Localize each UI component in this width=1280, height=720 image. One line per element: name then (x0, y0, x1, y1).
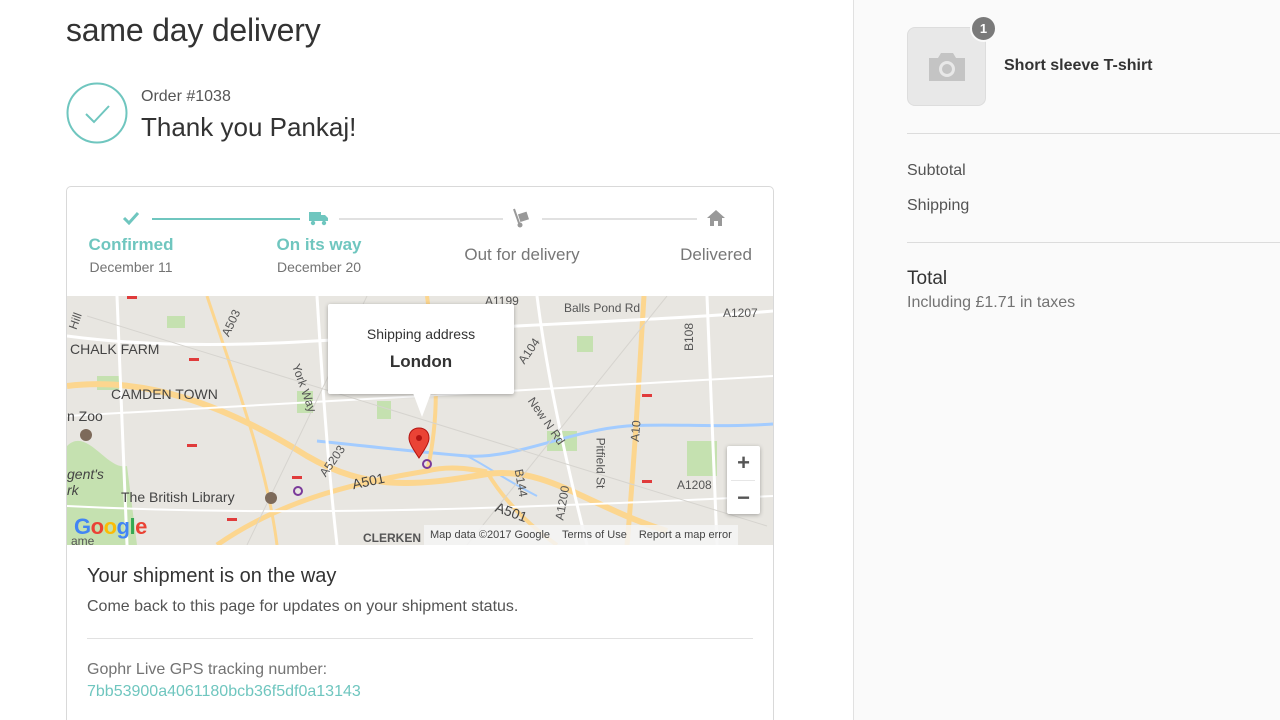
shipment-timeline: Confirmed December 11 On its way Decembe… (67, 187, 773, 297)
product-name: Short sleeve T-shirt (1004, 57, 1153, 74)
tracking-number-link[interactable]: 7bb53900a4061180bcb36f5df0a13143 (87, 683, 361, 701)
shipping-map[interactable]: CHALK FARM CAMDEN TOWN n Zoo The British… (67, 296, 773, 545)
timeline-step-label: Out for delivery (464, 245, 580, 264)
timeline-step-delivered: Delivered (636, 205, 773, 265)
map-label-pitfield: Pitfield St (593, 437, 608, 489)
map-label-british-library: The British Library (121, 489, 235, 505)
map-label-b108: B108 (682, 322, 697, 352)
shipment-card: Confirmed December 11 On its way Decembe… (66, 186, 774, 720)
map-label-a10: A10 (627, 419, 644, 443)
map-label-balls-pond: Balls Pond Rd (564, 301, 641, 315)
tax-note: Including £1.71 in taxes (907, 294, 1076, 311)
truck-icon (309, 212, 328, 226)
map-label-regents: gent's (67, 466, 104, 482)
map-data-text: Map data ©2017 Google (430, 529, 551, 541)
map-attribution: Map data ©2017 Google Terms of Use Repor… (424, 525, 738, 545)
zoom-in-button[interactable]: + (727, 446, 760, 480)
summary-divider (907, 133, 1280, 134)
timeline-step-label: Confirmed (88, 235, 174, 254)
shipping-label: Shipping (907, 197, 970, 214)
camera-icon (928, 52, 965, 81)
timeline-step-date: December 20 (276, 259, 362, 275)
report-map-error-link[interactable]: Report a map error (639, 529, 732, 541)
map-label-chalk-farm: CHALK FARM (70, 341, 160, 357)
timeline-step-out-for-delivery: Out for delivery (442, 205, 602, 265)
map-label-camden-town: CAMDEN TOWN (111, 386, 218, 402)
map-label-clerkenwell: CLERKEN (363, 531, 422, 545)
hand-truck-icon (513, 208, 529, 228)
terms-of-use-link[interactable]: Terms of Use (562, 529, 627, 541)
map-zoom-control: + − (727, 446, 760, 514)
popup-city: London (389, 352, 453, 371)
timeline-step-on-its-way: On its way December 20 (239, 205, 399, 275)
timeline-step-confirmed: Confirmed December 11 (67, 205, 211, 275)
shipment-subtitle: Come back to this page for updates on yo… (87, 598, 519, 615)
total-label: Total (907, 268, 948, 289)
main-content: same day delivery Order #1038 Thank you … (0, 0, 853, 720)
popup-tail (413, 393, 431, 417)
check-icon (122, 211, 140, 225)
thank-you-heading: Thank you Pankaj! (141, 112, 357, 142)
google-logo[interactable]: Google (74, 514, 147, 540)
zoom-out-button[interactable]: − (727, 481, 760, 515)
map-label-a1207: A1207 (723, 306, 758, 320)
popup-title: Shipping address (366, 326, 476, 342)
shipping-address-popup: Shipping address London (328, 304, 514, 394)
checkmark-circle-icon (66, 82, 128, 144)
order-number: Order #1038 (141, 88, 231, 105)
map-label-zoo: n Zoo (67, 408, 103, 424)
map-label-a1208: A1208 (677, 478, 712, 492)
product-line-item: 1 Short sleeve T-shirt (907, 15, 1280, 107)
shop-title[interactable]: same day delivery (66, 12, 321, 49)
summary-divider (907, 242, 1280, 243)
order-header: Order #1038 Thank you Pankaj! (66, 82, 666, 146)
home-icon (707, 210, 725, 226)
map-label-park: rk (67, 482, 79, 498)
timeline-step-date: December 11 (89, 259, 173, 275)
subtotal-label: Subtotal (907, 162, 966, 179)
timeline-step-label: On its way (276, 235, 362, 254)
shipment-status: Your shipment is on the way Come back to… (87, 565, 753, 701)
quantity-badge: 1 (970, 15, 997, 42)
shipment-title: Your shipment is on the way (87, 565, 337, 587)
tracking-label: Gophr Live GPS tracking number: (87, 661, 328, 678)
timeline-step-label: Delivered (680, 245, 752, 264)
divider (87, 638, 753, 639)
order-summary-sidebar (853, 0, 1280, 720)
